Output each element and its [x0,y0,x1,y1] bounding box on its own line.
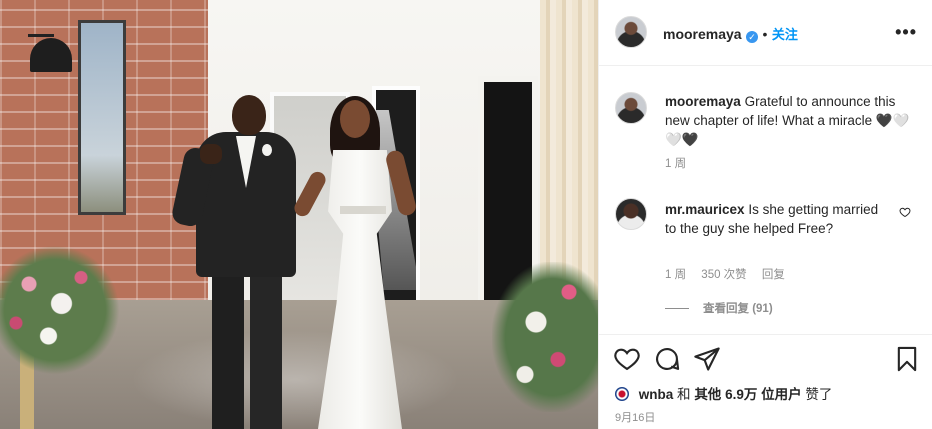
post-header: mooremaya ✓ • 关注 ••• [599,0,932,66]
replies-divider [665,308,689,310]
boutonniere [262,144,272,156]
view-replies-button[interactable]: 查看回复 (91) [665,300,773,316]
likes-others-label[interactable]: 其他 [694,387,721,402]
comment-time[interactable]: 1 周 [665,269,686,281]
likes-users-label[interactable]: 位用户 [761,387,802,402]
groom-head [232,95,266,135]
dress-sash [340,206,386,214]
floor-reflection [130,330,460,429]
comment-body: mr.mauricex Is she getting married to th… [665,200,885,238]
likes-count[interactable]: 6.9万 [725,387,757,402]
action-bar: wnba 和 其他 6.9万 位用户 赞了 9月16日 [599,334,932,429]
more-options-icon[interactable]: ••• [895,22,917,43]
lamp-arm [28,34,54,37]
window [78,20,126,215]
liker-avatar[interactable] [615,387,629,401]
comment-likes[interactable]: 350 次赞 [701,269,746,281]
caption-avatar[interactable] [615,92,647,124]
flower-arrangement-right [492,262,598,412]
bookmark-icon[interactable] [893,345,921,373]
bride-face [340,100,370,138]
post-photo[interactable] [0,0,598,429]
comment-meta: 1 周 350 次赞 回复 [665,266,797,282]
view-replies-label: 查看回复 (91) [703,303,773,315]
verified-badge-icon: ✓ [746,31,759,43]
comment-like-heart-icon[interactable] [899,206,911,221]
caption-username[interactable]: mooremaya [665,94,741,109]
author-line: mooremaya ✓ • 关注 [663,24,798,44]
groom-fist [200,144,222,164]
heart-icon[interactable] [613,345,641,373]
groom-leg-right [250,272,282,429]
follow-button[interactable]: 关注 [772,27,798,42]
comment-icon[interactable] [653,345,681,373]
caption-time[interactable]: 1 周 [665,155,915,174]
author-avatar[interactable] [615,16,647,48]
likes-and: 和 [677,387,691,402]
author-username[interactable]: mooremaya [663,26,742,42]
post-date[interactable]: 9月16日 [615,409,655,425]
reply-button[interactable]: 回复 [762,269,785,281]
likes-summary: wnba 和 其他 6.9万 位用户 赞了 [615,383,832,403]
groom-leg-left [212,272,244,429]
likes-liked-label: 赞了 [805,387,833,402]
wall-lamp [30,38,72,72]
commenter-avatar[interactable] [615,198,647,230]
post-sidebar: mooremaya ✓ • 关注 ••• mooremaya Grateful … [598,0,932,429]
comment-username[interactable]: mr.mauricex [665,202,745,217]
first-liker[interactable]: wnba [639,387,674,402]
caption-body: mooremaya Grateful to announce this new … [665,92,915,174]
separator-dot: • [762,26,768,42]
paper-plane-icon[interactable] [693,345,721,373]
flower-arrangement-left [0,245,120,375]
